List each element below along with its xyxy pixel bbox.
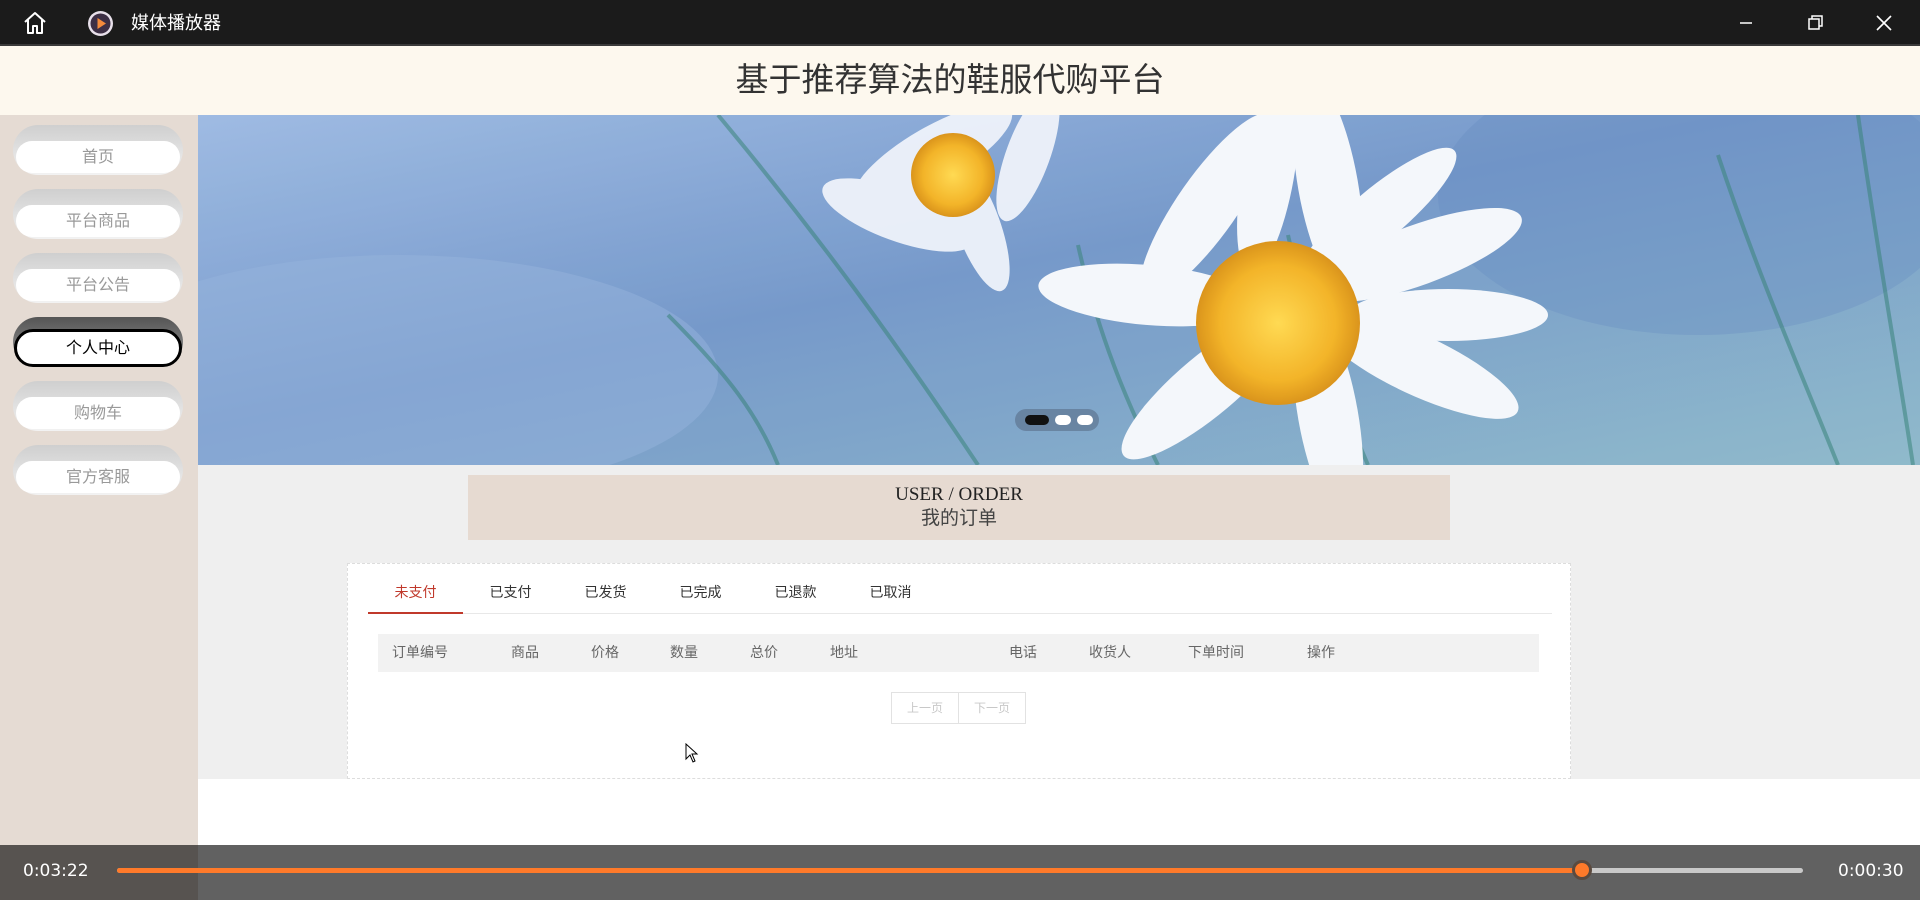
minimize-icon[interactable] — [1731, 8, 1761, 38]
player-title-bar: 媒体播放器 — [0, 0, 1920, 46]
carousel-dot-3[interactable] — [1077, 415, 1093, 425]
sidebar-item-home[interactable]: 首页 — [13, 125, 183, 175]
order-table-header: 订单编号 商品 价格 数量 总价 地址 电话 收货人 下单时间 操作 — [378, 634, 1539, 672]
remaining-time: 0:00:30 — [1838, 861, 1904, 881]
media-player-logo-icon — [88, 11, 113, 36]
sidebar-item-label: 购物车 — [16, 397, 180, 429]
column-header-order-no: 订单编号 — [392, 645, 448, 661]
order-content-area: USER / ORDER 我的订单 未支付 已支付 已发货 已完成 已退款 已取… — [198, 465, 1920, 779]
sidebar-nav: 首页 平台商品 平台公告 个人中心 购物车 官方客服 — [0, 115, 198, 900]
column-header-quantity: 数量 — [670, 645, 698, 661]
seek-bar[interactable] — [117, 860, 1803, 880]
player-title: 媒体播放器 — [131, 13, 221, 34]
tab-paid[interactable]: 已支付 — [463, 578, 558, 614]
column-header-product: 商品 — [511, 645, 539, 661]
home-icon[interactable] — [22, 11, 48, 35]
seek-bar-progress — [117, 868, 1583, 873]
next-page-button[interactable]: 下一页 — [958, 692, 1026, 724]
column-header-address: 地址 — [830, 645, 858, 661]
sidebar-item-label: 个人中心 — [14, 329, 182, 367]
close-icon[interactable] — [1869, 8, 1899, 38]
tab-unpaid[interactable]: 未支付 — [368, 578, 463, 614]
sidebar-item-announcements[interactable]: 平台公告 — [13, 253, 183, 303]
order-title-cn: 我的订单 — [920, 508, 997, 529]
column-header-order-time: 下单时间 — [1188, 645, 1244, 661]
seek-bar-handle[interactable] — [1572, 860, 1593, 880]
carousel-dot-1[interactable] — [1025, 415, 1049, 425]
sidebar-item-label: 平台商品 — [16, 205, 180, 237]
sidebar-item-label: 首页 — [16, 141, 180, 173]
column-header-total: 总价 — [750, 645, 778, 661]
tab-shipped[interactable]: 已发货 — [558, 578, 653, 614]
column-header-recipient: 收货人 — [1089, 645, 1131, 661]
order-status-tabs: 未支付 已支付 已发货 已完成 已退款 已取消 — [368, 578, 1552, 614]
prev-page-button[interactable]: 上一页 — [891, 692, 959, 724]
order-panel: 未支付 已支付 已发货 已完成 已退款 已取消 订单编号 商品 价格 数量 总价… — [347, 563, 1571, 779]
sidebar-item-customer-service[interactable]: 官方客服 — [13, 445, 183, 495]
pagination: 上一页 下一页 — [891, 692, 1027, 724]
restore-icon[interactable] — [1800, 8, 1830, 38]
site-title: 基于推荐算法的鞋服代购平台 — [735, 60, 1165, 99]
web-page: 基于推荐算法的鞋服代购平台 首页 平台商品 平台公告 个人中心 购物车 官方客服 — [0, 46, 1920, 900]
player-controls: 0:03:22 0:00:30 — [0, 845, 1920, 900]
tab-completed[interactable]: 已完成 — [653, 578, 748, 614]
sidebar-item-personal-center[interactable]: 个人中心 — [13, 317, 183, 367]
carousel-indicators — [1015, 409, 1099, 431]
sidebar-item-products[interactable]: 平台商品 — [13, 189, 183, 239]
tab-refunded[interactable]: 已退款 — [748, 578, 843, 614]
mouse-cursor-icon — [685, 743, 699, 763]
sidebar-item-cart[interactable]: 购物车 — [13, 381, 183, 431]
carousel-dot-2[interactable] — [1055, 415, 1071, 425]
elapsed-time: 0:03:22 — [23, 861, 89, 881]
tab-cancelled[interactable]: 已取消 — [843, 578, 938, 614]
column-header-phone: 电话 — [1009, 645, 1037, 661]
order-section-header: USER / ORDER 我的订单 — [468, 475, 1450, 540]
sidebar-item-label: 平台公告 — [16, 269, 180, 301]
order-title-en: USER / ORDER — [895, 484, 1023, 505]
column-header-actions: 操作 — [1307, 645, 1335, 661]
site-header: 基于推荐算法的鞋服代购平台 — [0, 46, 1920, 115]
column-header-price: 价格 — [591, 645, 619, 661]
sidebar-item-label: 官方客服 — [16, 461, 180, 493]
